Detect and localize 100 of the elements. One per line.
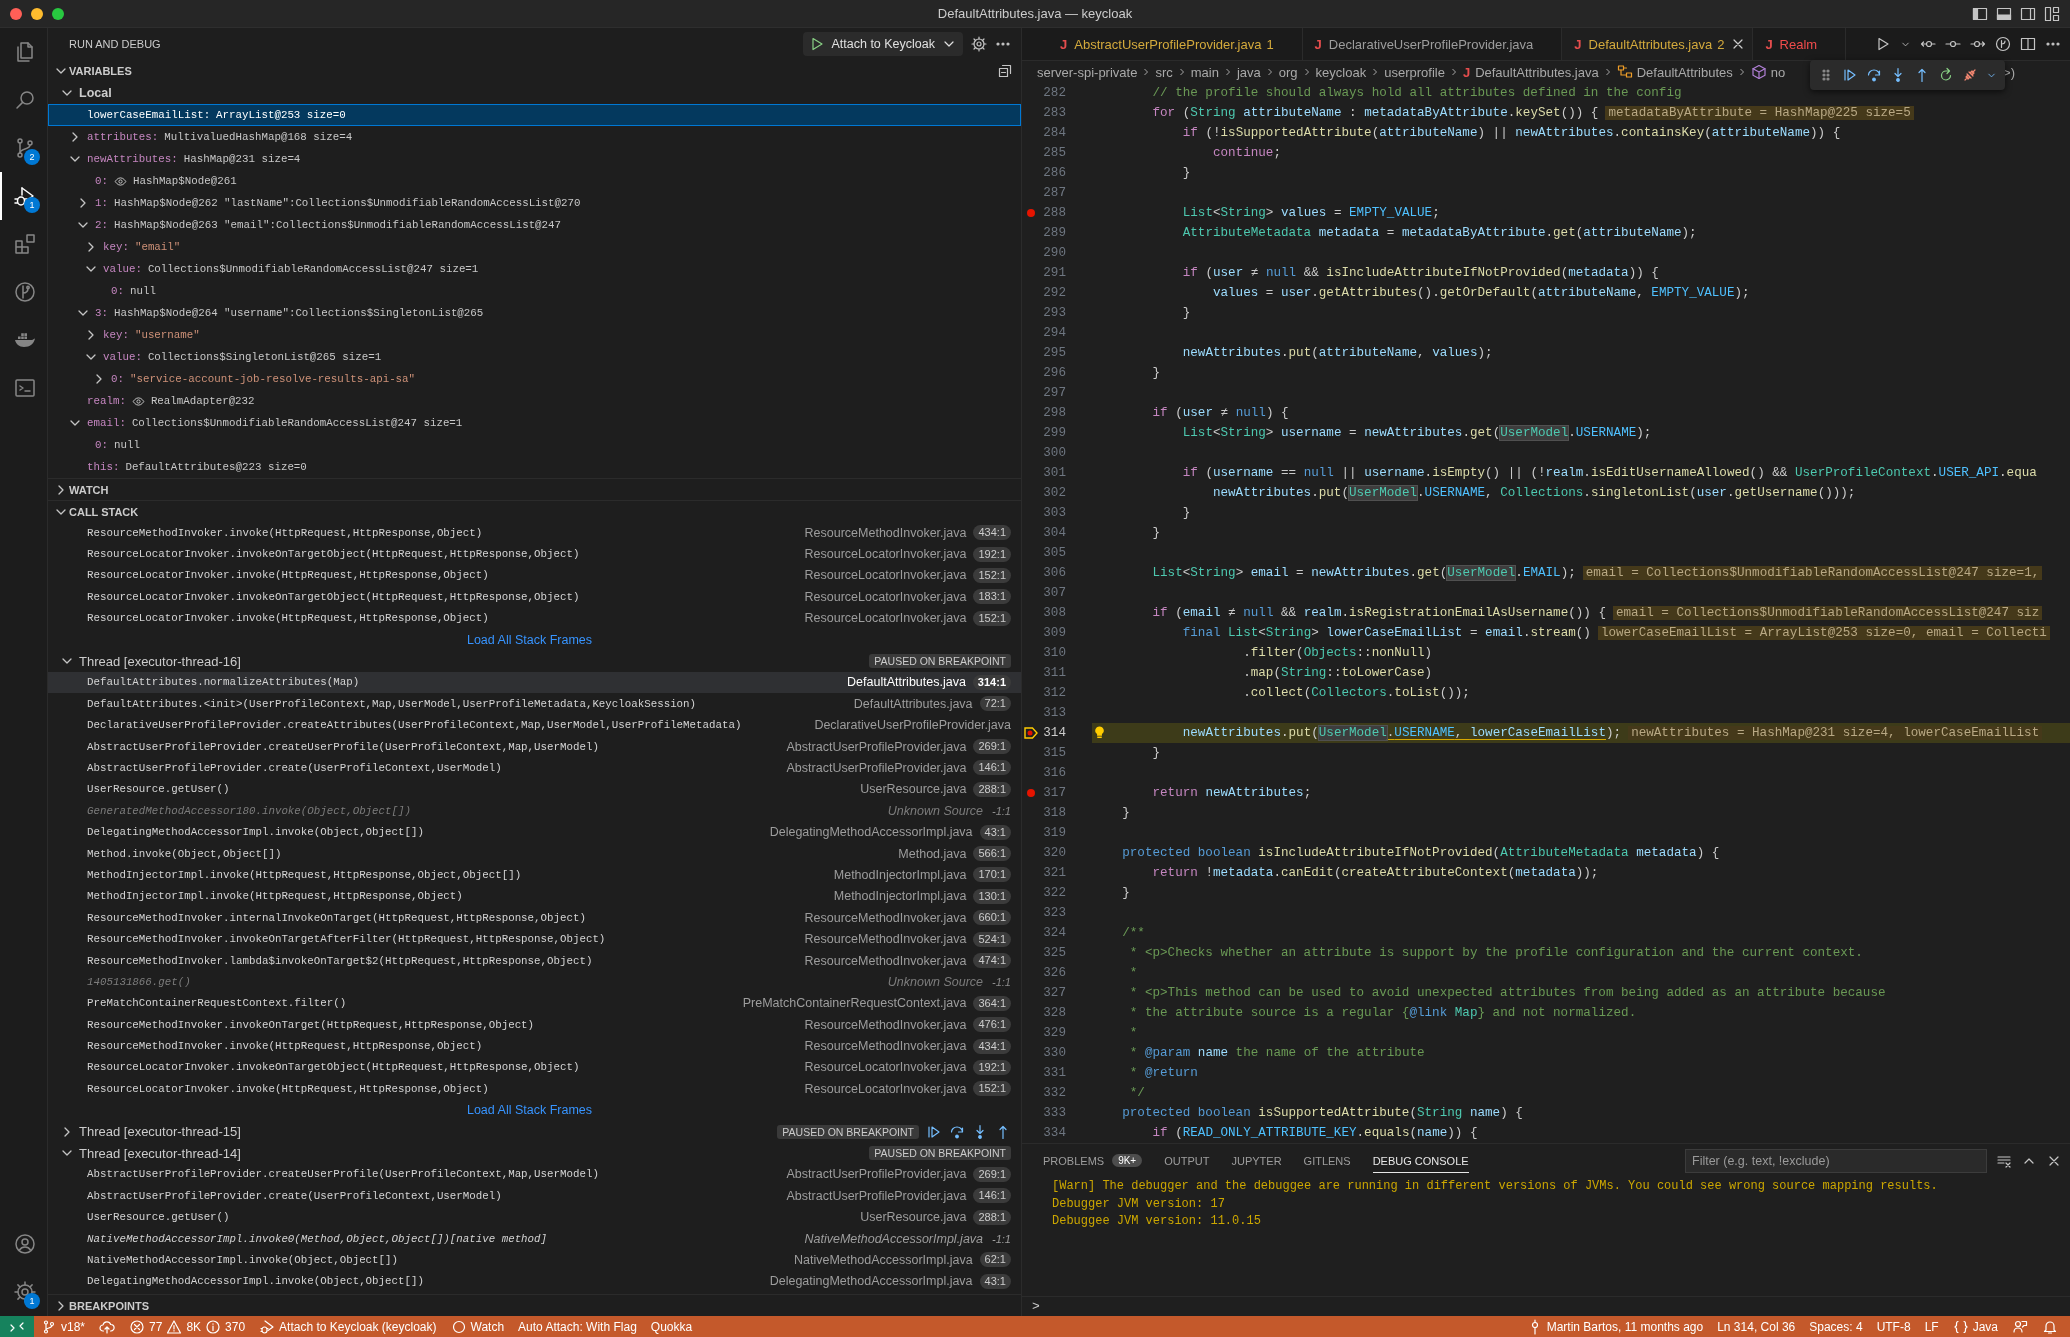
bell-icon[interactable] — [2042, 1318, 2058, 1335]
branch-status-item[interactable]: v18* — [34, 1316, 93, 1337]
stack-frame-row[interactable]: ResourceMethodInvoker.lambda$invokeOnTarget$2(HttpRequest,HttpResponse,Object) ResourceMethodInvoker.java 474:1 — [48, 949, 1021, 972]
variable-row[interactable]: 0: null — [48, 280, 1021, 302]
stacked-squares-minus-icon[interactable] — [997, 63, 1013, 79]
stack-frame-row[interactable]: ResourceMethodInvoker.internalInvokeOnTarget(HttpRequest,HttpResponse,Object) ResourceMethodInvoker.java 660:1 — [48, 907, 1021, 929]
breadcrumb-item[interactable]: no — [1750, 64, 1786, 80]
person-speech-icon[interactable] — [2012, 1318, 2028, 1335]
variable-row[interactable]: value: Collections$UnmodifiableRandomAccessList@247 size=1 — [48, 258, 1021, 280]
variable-row[interactable]: realm: RealmAdapter@232 — [48, 390, 1021, 412]
eye-icon[interactable] — [131, 394, 145, 408]
variable-row[interactable]: key: "email" — [48, 236, 1021, 258]
breadcrumb-item[interactable]: src — [1155, 64, 1173, 80]
editor-tab[interactable]: J AbstractUserProfileProvider.java 1 — [1048, 28, 1303, 60]
watch-status-item[interactable]: Watch — [443, 1316, 512, 1337]
stack-frame-row[interactable]: MethodInjectorImpl.invoke(HttpRequest,HttpResponse,Object,Object[]) MethodInjectorImpl.java 170:1 — [48, 864, 1021, 886]
stack-frame-row[interactable]: ResourceLocatorInvoker.invokeOnTargetObject(HttpRequest,HttpResponse,Object) ResourceLocatorInvoker.java 192:1 — [48, 543, 1021, 565]
variable-row[interactable]: lowerCaseEmailList: ArrayList@253 size=0 — [48, 104, 1021, 126]
eye-icon[interactable] — [113, 174, 127, 188]
variable-row[interactable]: Local — [48, 82, 1021, 104]
stack-frame-row[interactable]: NativeMethodAccessorImpl.invoke(Object,Object[]) NativeMethodAccessorImpl.java 62:1 — [48, 1249, 1021, 1271]
lines-cross-icon[interactable] — [1996, 1153, 2012, 1169]
problems-status-item[interactable]: 77 8K 370 — [122, 1316, 253, 1337]
line-ending-item[interactable]: LF — [1917, 1316, 1946, 1337]
stack-frame-row[interactable]: DelegatingMethodAccessorImpl.invoke(Object,Object[]) DelegatingMethodAccessorImpl.java 43:1 — [48, 1270, 1021, 1293]
stack-frame-row[interactable]: AbstractUserProfileProvider.createUserProfile(UserProfileContext,Map,UserModel) AbstractUserProfileProvider.java 269:1 — [48, 735, 1021, 758]
minimize-window-icon[interactable] — [31, 7, 43, 20]
language-item[interactable]: Java — [1945, 1316, 2005, 1337]
stack-frame-row[interactable]: ResourceLocatorInvoker.invoke(HttpRequest,HttpResponse,Object) ResourceLocatorInvoker.java 152:1 — [48, 607, 1021, 629]
variable-row[interactable]: value: Collections$SingletonList@265 size=1 — [48, 346, 1021, 368]
variable-row[interactable]: 1: HashMap$Node@262 "lastName":Collections$UnmodifiableRandomAccessList@270 — [48, 192, 1021, 214]
stack-frame-row[interactable]: ResourceLocatorInvoker.invoke(HttpRequest,HttpResponse,Object) ResourceLocatorInvoker.java 152:1 — [48, 1078, 1021, 1100]
stack-frame-row[interactable]: Method.invoke(Object,Object[]) Method.java 566:1 — [48, 842, 1021, 865]
section-header[interactable]: CALL STACK — [48, 500, 1021, 522]
encoding-item[interactable]: UTF-8 — [1869, 1316, 1918, 1337]
settings-icon[interactable] — [971, 36, 987, 52]
play-icon[interactable] — [1875, 36, 1891, 52]
person-circle-icon[interactable] — [12, 1232, 37, 1256]
panel-tab[interactable]: JUPYTER — [1231, 1149, 1282, 1173]
stack-frame-row[interactable]: DelegatingMethodAccessorImpl.invoke(Object,Object[]) DelegatingMethodAccessorImpl.java 43:1 — [48, 821, 1021, 843]
lightbulb-icon[interactable] — [1092, 725, 1107, 740]
stack-frame-row[interactable]: ResourceLocatorInvoker.invoke(HttpRequest,HttpResponse,Object) ResourceLocatorInvoker.java 152:1 — [48, 564, 1021, 587]
variable-row[interactable]: newAttributes: HashMap@231 size=4 — [48, 148, 1021, 170]
stack-frame-row[interactable]: MethodInjectorImpl.invoke(HttpRequest,HttpResponse,Object) MethodInjectorImpl.java 130:1 — [48, 885, 1021, 908]
cloud-upload-icon[interactable] — [99, 1318, 116, 1335]
stack-frame-row[interactable]: AbstractUserProfileProvider.create(UserProfileContext,UserModel) AbstractUserProfileProvider.java 146:1 — [48, 1185, 1021, 1207]
panel-tab[interactable]: OUTPUT — [1164, 1149, 1210, 1173]
stack-frame-row[interactable]: 1405131866.get() Unknown Source -1:1 — [48, 971, 1021, 993]
right-pane-layout-icon[interactable] — [2020, 5, 2036, 22]
section-header[interactable]: VARIABLES — [48, 60, 1021, 82]
plug-icon[interactable] — [1962, 67, 1978, 83]
curved-arrow-dot-icon[interactable] — [949, 1123, 965, 1140]
breadcrumb-item[interactable]: main — [1190, 64, 1219, 80]
extension-status-item[interactable]: Quokka — [643, 1316, 700, 1337]
stack-frame-row[interactable]: ResourceMethodInvoker.invoke(HttpRequest,HttpResponse,Object) ResourceMethodInvoker.java 434:1 — [48, 522, 1021, 544]
auto-attach-status-item[interactable]: Auto Attach: With Flag — [511, 1316, 644, 1337]
stack-frame-row[interactable]: ResourceLocatorInvoker.invokeOnTargetObject(HttpRequest,HttpResponse,Object) ResourceLocatorInvoker.java 183:1 — [48, 586, 1021, 608]
breadcrumb-item[interactable]: DefaultAttributes — [1616, 64, 1733, 80]
stack-frame-row[interactable]: PreMatchContainerRequestContext.filter() PreMatchContainerRequestContext.java 364:1 — [48, 992, 1021, 1014]
split-rectangle-icon[interactable] — [2020, 36, 2036, 52]
stack-frame-row[interactable]: ResourceMethodInvoker.invokeOnTarget(HttpRequest,HttpResponse,Object) ResourceMethodInvoker.java 476:1 — [48, 1014, 1021, 1036]
stack-frame-row[interactable]: AbstractUserProfileProvider.create(UserProfileContext,UserModel) AbstractUserProfileProvider.java 146:1 — [48, 757, 1021, 779]
variable-row[interactable]: 3: HashMap$Node@264 "username":Collections$SingletonList@265 — [48, 302, 1021, 324]
panel-tab[interactable]: PROBLEMS 9K+ — [1043, 1149, 1143, 1173]
stack-frame-row[interactable]: AbstractUserProfileProvider.createUserProfile(UserProfileContext,Map,UserModel) AbstractUserProfileProvider.java 269:1 — [48, 1163, 1021, 1186]
editor-tab[interactable]: J DefaultAttributes.java 2 — [1562, 28, 1754, 60]
branch-circle-icon[interactable] — [1995, 36, 2011, 52]
panel-tab[interactable]: DEBUG CONSOLE — [1372, 1149, 1469, 1173]
stack-frame-row[interactable]: UserResource.getUser() UserResource.java 288:1 — [48, 778, 1021, 801]
stack-frame-row[interactable]: DefaultAttributes.normalizeAttributes(Map) DefaultAttributes.java 314:1 — [48, 671, 1021, 694]
curved-arrow-dot-icon[interactable] — [1866, 67, 1882, 83]
variable-row[interactable]: 2: HashMap$Node@263 "email":Collections$UnmodifiableRandomAccessList@247 — [48, 214, 1021, 236]
variable-row[interactable]: 0: HashMap$Node@261 — [48, 170, 1021, 192]
breadcrumb-item[interactable]: keycloak — [1315, 64, 1367, 80]
bottom-pane-layout-icon[interactable] — [1996, 5, 2012, 22]
breadcrumb-item[interactable]: userprofile — [1384, 64, 1445, 80]
stack-frame-row[interactable]: DeclarativeUserProfileProvider.createAttributes(UserProfileContext,Map,UserModel,UserProfileMetadata) DeclarativeUserProfileProvider.java — [48, 714, 1021, 736]
variable-row[interactable]: 0: null — [48, 434, 1021, 456]
debug-status-item[interactable]: Attach to Keycloak (keycloak) — [252, 1316, 444, 1337]
launch-config-dropdown[interactable]: Attach to Keycloak — [803, 32, 963, 56]
variable-row[interactable]: email: Collections$UnmodifiableRandomAccessList@247 size=1 — [48, 412, 1021, 434]
bar-play-icon[interactable] — [1842, 67, 1858, 83]
breadcrumb-item[interactable]: org — [1278, 64, 1298, 80]
variable-row[interactable]: attributes: MultivaluedHashMap@168 size=4 — [48, 126, 1021, 148]
breakpoint-arrow-icon[interactable] — [1023, 725, 1039, 741]
variable-row[interactable]: 0: "service-account-job-resolve-results-api-sa" — [48, 368, 1021, 390]
stack-frame-row[interactable]: NativeMethodAccessorImpl.invoke0(Method,Object,Object[])[native method] NativeMethodAccessorImpl.java -1:1 — [48, 1227, 1021, 1250]
circular-arrow-icon[interactable] — [1938, 67, 1954, 83]
filter-field[interactable]: Filter (e.g. text, !exclude) — [1685, 1149, 1987, 1173]
thread-row[interactable]: Thread [executor-thread-14] PAUSED ON BREAKPOINT — [48, 1142, 1021, 1164]
close-window-icon[interactable] — [10, 7, 22, 20]
breadcrumb-item[interactable]: server-spi-private — [1037, 64, 1138, 80]
layout-grid-icon[interactable] — [2044, 5, 2060, 22]
stack-frame-row[interactable]: ResourceLocatorInvoker.invokeOnTargetObject(HttpRequest,HttpResponse,Object) ResourceLocatorInvoker.java 192:1 — [48, 1056, 1021, 1079]
stack-frame-row[interactable]: GeneratedMethodAccessor180.invoke(Object,Object[]) Unknown Source -1:1 — [48, 800, 1021, 822]
stack-frame-row[interactable]: DefaultAttributes.<init>(UserProfileContext,Map,UserModel,UserProfileMetadata,KeycloakSession) DefaultAttributes.java 72:1 — [48, 693, 1021, 715]
breadcrumb-item[interactable]: java — [1236, 64, 1261, 80]
load-all-frames-link[interactable]: Load All Stack Frames — [466, 1103, 593, 1118]
section-header[interactable]: WATCH — [48, 478, 1021, 500]
variable-row[interactable]: key: "username" — [48, 324, 1021, 346]
